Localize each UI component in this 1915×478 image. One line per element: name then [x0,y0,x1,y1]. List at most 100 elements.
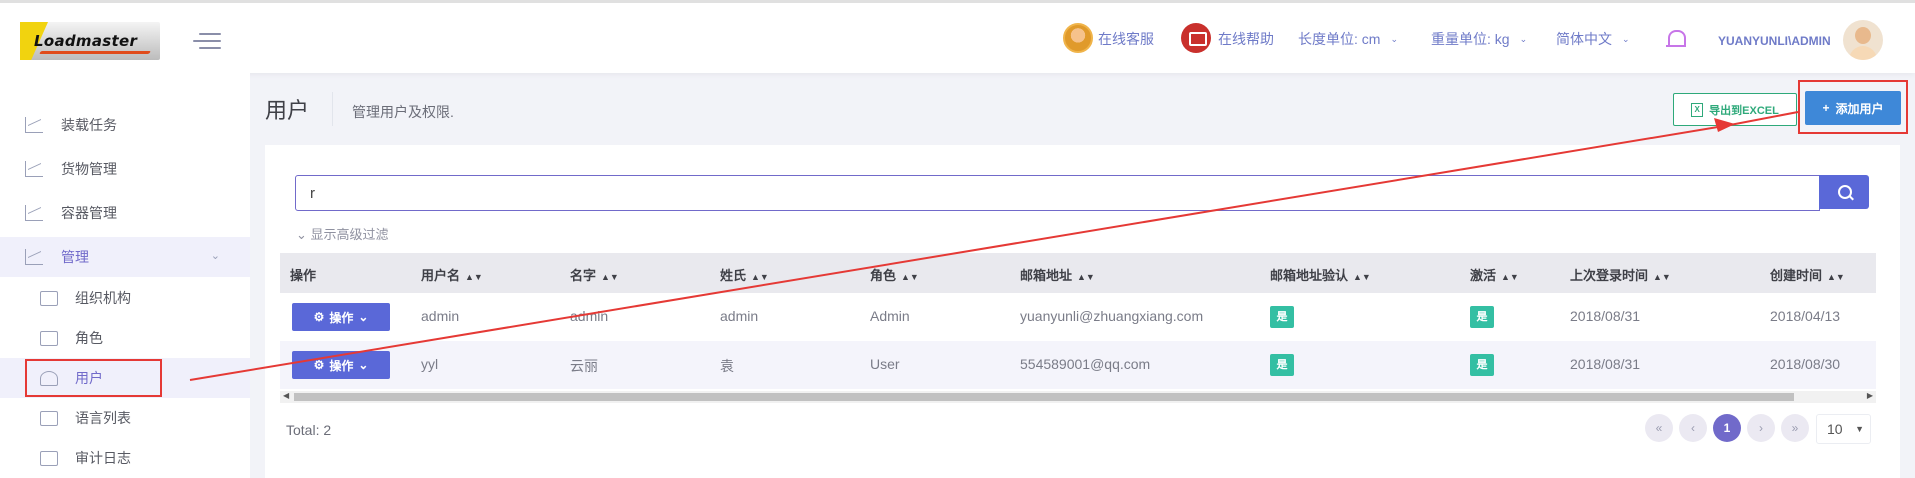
settings-icon [25,249,43,265]
table-row: ⚙ 操作 ⌄ admin admin admin Admin yuanyunli@z… [280,293,1876,341]
column-header-active[interactable]: 激活 ▲▼ [1470,265,1519,284]
logo-swoosh [39,51,151,54]
notification-bell-icon[interactable] [1666,28,1686,50]
cell-role: Admin [870,308,910,324]
chevron-down-icon: ⌄ [296,227,311,242]
sort-icon: ▲▼ [1501,272,1519,282]
scrollbar-thumb[interactable] [294,393,1794,401]
column-header-email-confirmed[interactable]: 邮箱地址验认 ▲▼ [1270,265,1371,284]
page-number-button[interactable]: 1 [1713,414,1741,442]
caret-down-icon: ▼ [1855,424,1864,434]
cell-surname: 袁 [720,358,734,374]
annotation-box-add-user [1798,80,1908,134]
user-name[interactable]: YUANYUNLI\ADMIN [1718,34,1831,48]
column-header-label: 角色 [870,268,897,283]
menu-toggle-icon[interactable] [193,31,221,51]
sidebar-item-admin[interactable]: 管理 ⌄ [0,237,250,277]
column-header-label: 创建时间 [1770,268,1823,283]
weight-unit-dropdown[interactable]: 重量单位: kg ⌄ [1431,29,1527,49]
export-label: 导出到EXCEL [1709,104,1779,117]
gear-icon: ⚙ [313,310,325,324]
column-header-label: 姓氏 [720,268,747,283]
prev-page-button[interactable]: ‹ [1679,414,1707,442]
row-actions-label: 操作 [329,310,354,325]
cell-name: admin [570,308,609,324]
column-header-username[interactable]: 用户名 ▲▼ [421,265,483,284]
row-actions-button[interactable]: ⚙ 操作 ⌄ [292,303,390,331]
chart-icon [25,205,43,221]
language-dropdown[interactable]: 简体中文 ⌄ [1556,29,1630,49]
customer-service-icon[interactable] [1063,23,1093,53]
page-size-select[interactable]: 10 ▼ [1816,414,1871,444]
scroll-left-icon[interactable]: ◀ [283,391,289,400]
title-divider [332,92,333,126]
first-page-button[interactable]: « [1645,414,1673,442]
column-header-last-login[interactable]: 上次登录时间 ▲▼ [1570,265,1671,284]
column-header-created[interactable]: 创建时间 ▲▼ [1770,265,1845,284]
horizontal-scrollbar[interactable]: ◀ ▶ [280,391,1876,403]
org-icon [40,290,58,306]
search-button[interactable] [1819,175,1869,209]
folder-icon [40,410,58,426]
sort-icon: ▲▼ [1653,272,1671,282]
gear-icon: ⚙ [313,358,325,372]
cell-surname: admin [720,308,759,324]
chart-icon [25,117,43,133]
sidebar-item-label: 组织机构 [75,290,131,306]
sidebar-item-label: 容器管理 [61,205,117,221]
next-page-button[interactable]: › [1747,414,1775,442]
chevron-down-icon: ⌄ [1622,33,1630,44]
sidebar-item-containers[interactable]: 容器管理 [0,193,250,233]
sidebar-item-loading-tasks[interactable]: 装载任务 [0,105,250,145]
avatar[interactable] [1843,20,1883,60]
sidebar-item-roles[interactable]: 角色 [0,318,250,358]
length-unit-dropdown[interactable]: 长度单位: cm ⌄ [1298,29,1398,49]
sort-icon: ▲▼ [1827,272,1845,282]
column-header-label: 邮箱地址验认 [1270,268,1349,283]
briefcase-icon [40,330,58,346]
top-header: Loadmaster 在线客服 在线帮助 长度单位: cm ⌄ 重量单位: kg ⌄… [0,0,1915,73]
sort-icon: ▲▼ [1077,272,1095,282]
cell-created: 2018/04/13 [1770,308,1841,324]
cell-last-login: 2018/08/31 [1570,356,1641,372]
cell-username: yyl [421,356,439,372]
sidebar-item-label: 装载任务 [61,117,117,133]
sidebar-item-organizations[interactable]: 组织机构 [0,278,250,318]
sidebar-item-label: 货物管理 [61,161,117,177]
sort-icon: ▲▼ [465,272,483,282]
column-header-surname[interactable]: 姓氏 ▲▼ [720,265,769,284]
online-help-label: 在线帮助 [1218,31,1274,47]
page-title: 用户 [265,98,310,123]
online-help-link[interactable]: 在线帮助 [1218,29,1274,49]
help-icon[interactable] [1181,23,1211,53]
scroll-right-icon[interactable]: ▶ [1867,391,1873,400]
column-header-email[interactable]: 邮箱地址 ▲▼ [1020,265,1095,284]
row-actions-label: 操作 [329,358,354,373]
chart-icon [25,161,43,177]
loadmaster-logo[interactable]: Loadmaster [20,22,160,60]
online-service-link[interactable]: 在线客服 [1098,29,1154,49]
logo-text: Loadmaster [34,32,138,50]
status-badge: 是 [1470,306,1494,328]
table-row: ⚙ 操作 ⌄ yyl 云丽 袁 User 554589001@qq.com 是 是 … [280,341,1876,389]
sidebar-item-label: 管理 [61,249,89,265]
chevron-down-icon: ⌄ [358,310,369,324]
column-header-role[interactable]: 角色 ▲▼ [870,265,919,284]
sidebar-item-languages[interactable]: 语言列表 [0,398,250,438]
page-subtitle: 管理用户及权限. [352,104,454,120]
cell-last-login: 2018/08/31 [1570,308,1641,324]
sidebar-item-cargo[interactable]: 货物管理 [0,149,250,189]
export-excel-button[interactable]: X 导出到EXCEL [1673,93,1797,126]
column-header-name[interactable]: 名字 ▲▼ [570,265,619,284]
column-header-actions: 操作 [290,265,316,284]
sort-icon: ▲▼ [901,272,919,282]
length-unit-label: 长度单位: cm [1298,31,1381,47]
sidebar-item-audit-logs[interactable]: 审计日志 [0,438,250,478]
total-count: Total: 2 [286,422,332,438]
search-input[interactable] [295,175,1820,211]
sidebar: 装载任务 货物管理 容器管理 管理 ⌄ 组织机构 角色 用户 语言列表 审计日志 [0,73,250,478]
advanced-filter-toggle[interactable]: ⌄ 显示高级过滤 [296,224,389,243]
last-page-button[interactable]: » [1781,414,1809,442]
row-actions-button[interactable]: ⚙ 操作 ⌄ [292,351,390,379]
cell-email: 554589001@qq.com [1020,356,1151,372]
